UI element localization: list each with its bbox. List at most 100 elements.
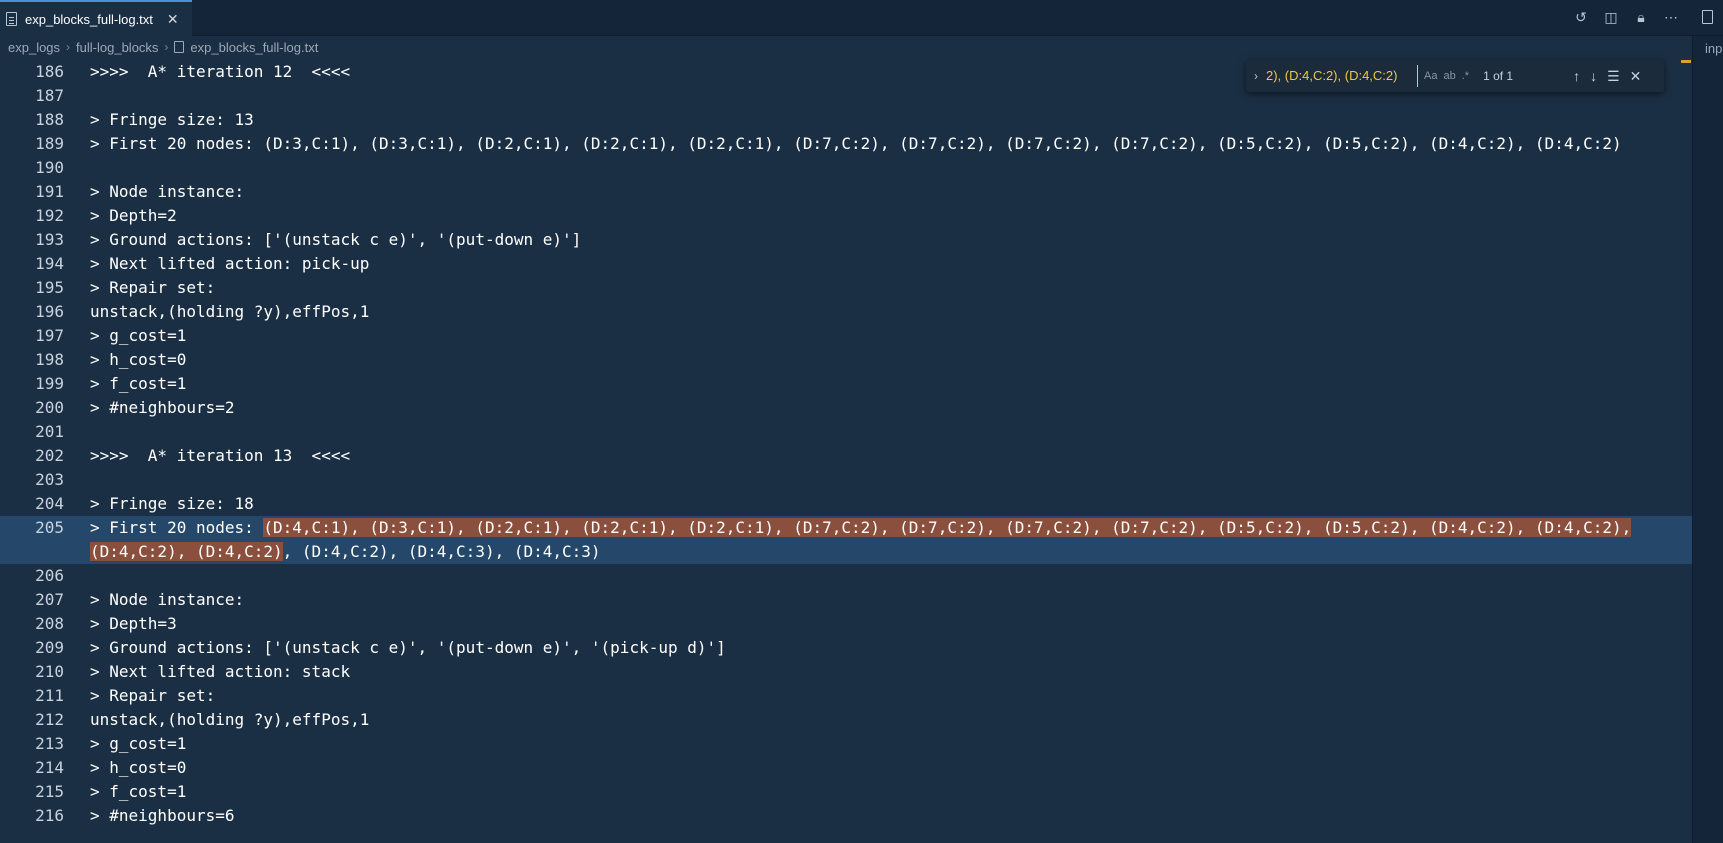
editor-line[interactable]: 195 > Repair set: [0,276,1692,300]
more-icon[interactable]: ⋯ [1663,9,1679,25]
search-match-highlight: (D:4,C:1), (D:3,C:1), (D:2,C:1), (D:2,C:… [263,518,1632,537]
line-text: > Ground actions: ['(unstack c e)', '(pu… [90,230,582,249]
line-number: 208 [35,614,64,633]
chevron-right-icon[interactable]: › [1254,69,1258,83]
file-icon [6,12,17,26]
breadcrumb-item[interactable]: full-log_blocks [76,40,158,55]
line-number: 210 [35,662,64,681]
line-text: unstack,(holding ?y),effPos,1 [90,302,370,321]
line-text: > f_cost=1 [90,782,187,801]
breadcrumb-item[interactable]: exp_logs [8,40,60,55]
line-number: 209 [35,638,64,657]
side-panel-label: inp [1705,41,1723,56]
close-icon[interactable]: ✕ [1630,68,1642,85]
line-number: 200 [35,398,64,417]
tab-label: exp_blocks_full-log.txt [25,11,153,27]
editor-line[interactable]: 191 > Node instance: [0,180,1692,204]
editor-line[interactable]: 202 >>>> A* iteration 13 <<<< [0,444,1692,468]
editor-line[interactable]: 216 > #neighbours=6 [0,804,1692,828]
editor-line[interactable]: 204 > Fringe size: 18 [0,492,1692,516]
find-in-selection-icon[interactable]: ☰ [1607,68,1620,85]
line-text: > Repair set: [90,278,216,297]
line-text: > #neighbours=6 [90,806,235,825]
editor-line[interactable]: 203 [0,468,1692,492]
editor-line[interactable]: 200 > #neighbours=2 [0,396,1692,420]
line-text: > First 20 nodes: (D:3,C:1), (D:3,C:1), … [90,134,1622,153]
line-number: 193 [35,230,64,249]
regex-toggle[interactable]: .* [1462,70,1469,82]
editor-line[interactable]: 194 > Next lifted action: pick-up [0,252,1692,276]
editor-line[interactable]: 193 > Ground actions: ['(unstack c e)', '… [0,228,1692,252]
editor-area[interactable]: 186 >>>> A* iteration 12 <<<< 187 188 > Frin… [0,58,1692,843]
side-panel: inp [1692,36,1723,843]
close-icon[interactable]: ✕ [167,11,179,28]
editor-line[interactable]: 211 > Repair set: [0,684,1692,708]
line-number: 188 [35,110,64,129]
line-text: > Fringe size: 13 [90,110,254,129]
line-number: 195 [35,278,64,297]
match-word-toggle[interactable]: ab [1443,70,1455,82]
editor-line[interactable]: 196 unstack,(holding ?y),effPos,1 [0,300,1692,324]
file-icon[interactable] [1702,10,1713,24]
line-text: > Next lifted action: pick-up [90,254,370,273]
line-text: >>>> A* iteration 12 <<<< [90,62,351,81]
line-number: 211 [35,686,64,705]
line-text: > Ground actions: ['(unstack c e)', '(pu… [90,638,726,657]
line-number: 204 [35,494,64,513]
arrow-up-icon[interactable]: ↑ [1573,68,1580,84]
editor-line[interactable]: 197 > g_cost=1 [0,324,1692,348]
line-text: > h_cost=0 [90,758,187,777]
line-text: > First 20 nodes: (D:4,C:1), (D:3,C:1), … [90,516,1632,564]
line-number: 192 [35,206,64,225]
editor-line[interactable]: 207 > Node instance: [0,588,1692,612]
editor-line[interactable]: 190 [0,156,1692,180]
editor-line[interactable]: 210 > Next lifted action: stack [0,660,1692,684]
arrow-down-icon[interactable]: ↓ [1590,68,1597,84]
editor-line[interactable]: 199 > f_cost=1 [0,372,1692,396]
line-number: 212 [35,710,64,729]
match-case-toggle[interactable]: Aa [1424,70,1437,82]
editor-line[interactable]: 208 > Depth=3 [0,612,1692,636]
line-text: >>>> A* iteration 13 <<<< [90,446,351,465]
chevron-right-icon: › [164,40,169,54]
editor-line[interactable]: 209 > Ground actions: ['(unstack c e)', '… [0,636,1692,660]
history-icon[interactable]: ↺ [1573,9,1589,25]
split-editor-icon[interactable]: ◫ [1603,9,1619,25]
line-text: > h_cost=0 [90,350,187,369]
editor-line[interactable]: 205 > First 20 nodes: (D:4,C:1), (D:3,C:1… [0,516,1692,564]
editor-line[interactable]: 192 > Depth=2 [0,204,1692,228]
line-number: 189 [35,134,64,153]
chevron-right-icon: › [66,40,71,54]
find-input[interactable]: 2), (D:4,C:2), (D:4,C:2) [1266,65,1418,87]
line-number: 213 [35,734,64,753]
editor-line[interactable]: 212 unstack,(holding ?y),effPos,1 [0,708,1692,732]
editor-line[interactable]: 213 > g_cost=1 [0,732,1692,756]
editor-line[interactable]: 206 [0,564,1692,588]
line-text: > Repair set: [90,686,216,705]
line-number: 203 [35,470,64,489]
editor-line[interactable]: 189 > First 20 nodes: (D:3,C:1), (D:3,C:1… [0,132,1692,156]
line-number: 206 [35,566,64,585]
editor-line[interactable]: 215 > f_cost=1 [0,780,1692,804]
editor-line[interactable]: 201 [0,420,1692,444]
editor-actions: ↺ ◫ 🔒︎ ⋯ [1573,9,1679,25]
breadcrumb: exp_logs › full-log_blocks › exp_blocks_… [0,36,1690,58]
line-number: 187 [35,86,64,105]
editor-line[interactable]: 214 > h_cost=0 [0,756,1692,780]
line-text: > Fringe size: 18 [90,494,254,513]
line-number: 201 [35,422,64,441]
lock-icon[interactable]: 🔒︎ [1633,9,1649,25]
tab-bar: exp_blocks_full-log.txt ✕ ↺ ◫ 🔒︎ ⋯ [0,0,1723,36]
line-number: 197 [35,326,64,345]
breadcrumb-item[interactable]: exp_blocks_full-log.txt [190,40,318,55]
line-number: 196 [35,302,64,321]
line-number: 194 [35,254,64,273]
line-text: > f_cost=1 [90,374,187,393]
line-number: 191 [35,182,64,201]
line-number: 198 [35,350,64,369]
line-text: > Node instance: [90,590,245,609]
editor-line[interactable]: 198 > h_cost=0 [0,348,1692,372]
editor-tab[interactable]: exp_blocks_full-log.txt ✕ [0,0,192,36]
editor-line[interactable]: 188 > Fringe size: 13 [0,108,1692,132]
line-text: unstack,(holding ?y),effPos,1 [90,710,370,729]
